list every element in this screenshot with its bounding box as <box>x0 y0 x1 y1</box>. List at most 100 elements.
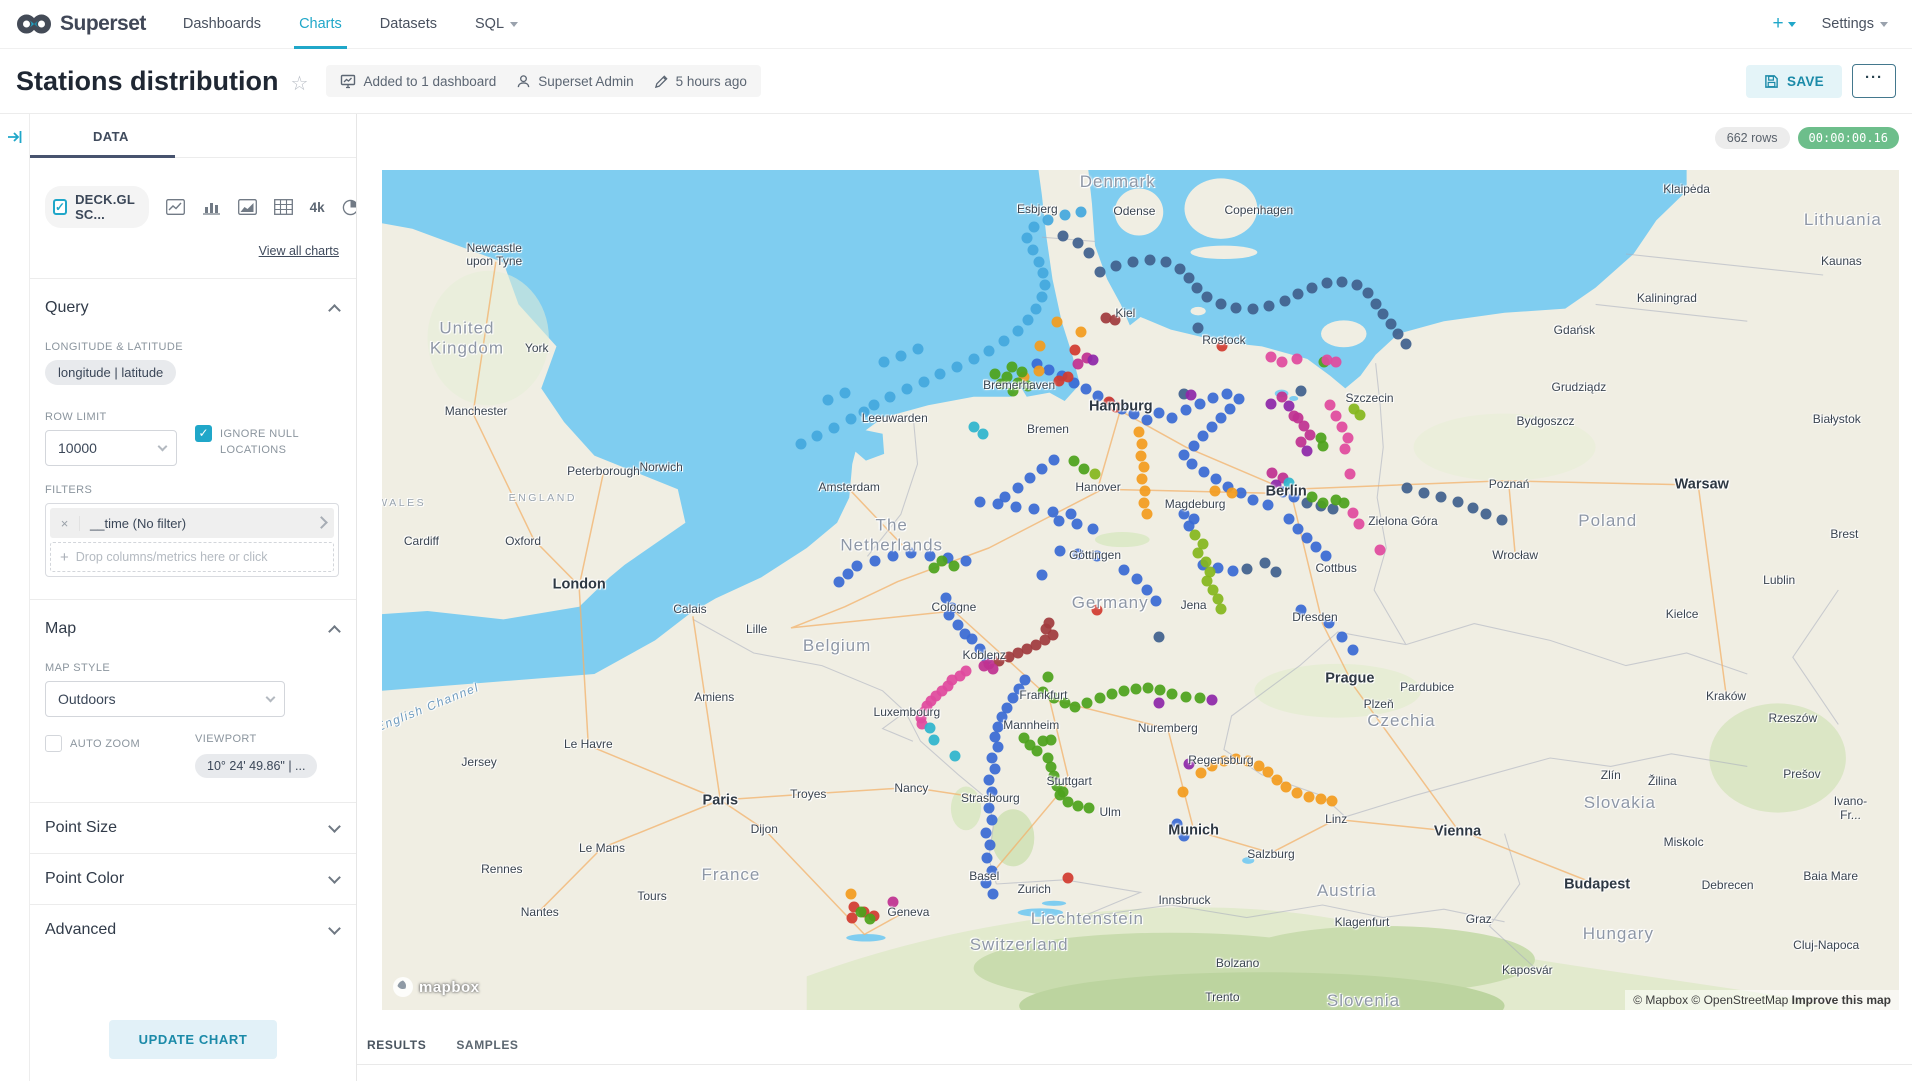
expand-panel-icon[interactable] <box>6 128 24 146</box>
unchecked-checkbox-icon[interactable] <box>45 735 62 752</box>
update-chart-button[interactable]: UPDATE CHART <box>109 1020 278 1059</box>
map-style-select[interactable]: Outdoors <box>45 681 285 717</box>
remove-filter-icon[interactable]: × <box>50 516 80 531</box>
deckgl-scatter-map[interactable]: DenmarkEsbjergOdenseCopenhagenKlaipėdaLi… <box>382 170 1899 1010</box>
section-point-size[interactable]: Point Size <box>30 803 356 854</box>
map-style-label: MAP STYLE <box>30 652 356 681</box>
improve-map-link[interactable]: Improve this map <box>1792 993 1891 1007</box>
map-label: Linz <box>1325 813 1347 827</box>
map-label: Baia Mare <box>1803 870 1858 884</box>
more-actions-button[interactable]: ··· <box>1852 64 1896 98</box>
auto-zoom-checkbox-row[interactable]: AUTO ZOOM <box>45 735 195 753</box>
map-label: Rostock <box>1202 334 1245 348</box>
last-modified[interactable]: 5 hours ago <box>654 74 747 89</box>
map-label: Nancy <box>894 782 928 796</box>
pencil-icon <box>654 74 669 89</box>
section-query[interactable]: Query <box>30 279 356 331</box>
map-label: Dresden <box>1292 611 1337 625</box>
map-label: Klaipėda <box>1663 183 1710 197</box>
map-label: Zlín <box>1601 770 1621 784</box>
map-label: Grudziądz <box>1552 381 1607 395</box>
new-item-button[interactable]: + <box>1772 13 1795 35</box>
map-label: United Kingdom <box>430 318 504 357</box>
map-label: Bydgoszcz <box>1517 415 1575 429</box>
chart-owner[interactable]: Superset Admin <box>516 74 633 89</box>
map-label: Nuremberg <box>1138 722 1198 736</box>
map-label: Zurich <box>1018 883 1051 897</box>
map-label: Trento <box>1205 991 1239 1005</box>
filter-token[interactable]: × __time (No filter) <box>50 508 334 538</box>
map-label: Basel <box>969 870 999 884</box>
map-label: Klagenfurt <box>1335 916 1390 930</box>
pie-chart-icon[interactable] <box>342 199 357 216</box>
table-icon[interactable] <box>274 199 293 215</box>
tab-data[interactable]: DATA <box>93 129 129 157</box>
map-label: Slovenia <box>1327 991 1400 1010</box>
favorite-star-icon[interactable]: ☆ <box>291 71 309 96</box>
page-title: Stations distribution <box>16 66 279 97</box>
nav-item-charts[interactable]: Charts <box>280 0 361 48</box>
map-label: Bremen <box>1027 423 1069 437</box>
section-map[interactable]: Map <box>30 600 356 652</box>
save-button[interactable]: SAVE <box>1746 65 1842 98</box>
map-label: Cottbus <box>1316 562 1357 576</box>
mapbox-icon <box>392 976 414 998</box>
settings-menu[interactable]: Settings <box>1822 16 1888 32</box>
chevron-down-icon <box>266 692 276 702</box>
lon-lat-token[interactable]: longitude | latitude <box>45 360 176 385</box>
row-limit-select[interactable]: 10000 <box>45 430 177 466</box>
map-label: WALES <box>382 497 426 509</box>
map-label: Innsbruck <box>1158 894 1210 908</box>
nav-item-datasets[interactable]: Datasets <box>361 0 456 48</box>
line-chart-icon[interactable] <box>166 199 185 215</box>
nav-item-sql[interactable]: SQL <box>456 0 537 48</box>
map-label: Germany <box>1072 594 1149 614</box>
viz-type-row: ✓ DECK.GL SC... 4k <box>30 158 356 228</box>
map-label: Nantes <box>521 906 559 920</box>
map-label: Bolzano <box>1216 957 1259 971</box>
nav-items: Dashboards Charts Datasets SQL <box>164 0 537 48</box>
map-label: Kaliningrad <box>1637 292 1697 306</box>
area-chart-icon[interactable] <box>238 199 257 215</box>
viz-type-pill[interactable]: ✓ DECK.GL SC... <box>45 186 149 228</box>
chart-header: Stations distribution ☆ Added to 1 dashb… <box>0 49 1912 114</box>
map-label: Kraków <box>1706 690 1746 704</box>
ignore-null-checkbox-row[interactable]: ✓ IGNORE NULL LOCATIONS <box>195 425 330 459</box>
map-label: Brest <box>1830 528 1858 542</box>
map-label: Bremerhaven <box>983 379 1055 393</box>
tab-results[interactable]: RESULTS <box>367 1038 426 1064</box>
filter-drop-zone[interactable]: + Drop columns/metrics here or click <box>50 542 334 572</box>
map-label: Le Mans <box>579 842 625 856</box>
viewport-value[interactable]: 10° 24' 49.86" | ... <box>195 754 317 778</box>
tab-samples[interactable]: SAMPLES <box>456 1038 518 1064</box>
checked-checkbox-icon[interactable]: ✓ <box>195 425 212 442</box>
map-label: The Netherlands <box>840 516 943 555</box>
chevron-down-icon <box>1880 22 1888 27</box>
chevron-down-icon <box>510 22 518 27</box>
map-label: Frankfurt <box>1019 689 1067 703</box>
map-label: Poznań <box>1489 478 1530 492</box>
chevron-down-icon <box>328 820 341 833</box>
bar-chart-icon[interactable] <box>202 199 221 215</box>
map-label: Magdeburg <box>1165 498 1226 512</box>
map-label: Troyes <box>790 788 826 802</box>
view-all-charts-link[interactable]: View all charts <box>259 244 339 258</box>
ellipsis-icon: ··· <box>1865 69 1883 86</box>
checked-checkbox-icon: ✓ <box>53 199 67 215</box>
map-label: Kielce <box>1666 608 1699 622</box>
chevron-down-icon <box>1788 22 1796 27</box>
dashboard-count[interactable]: Added to 1 dashboard <box>340 73 496 89</box>
map-label: Cluj-Napoca <box>1793 939 1859 953</box>
section-point-color[interactable]: Point Color <box>30 854 356 905</box>
filters-box: × __time (No filter) + Drop columns/metr… <box>45 503 339 577</box>
mapbox-logo[interactable]: mapbox <box>392 976 480 998</box>
map-label: Jena <box>1181 599 1207 613</box>
map-label: Hamburg <box>1089 399 1153 416</box>
map-attribution: © Mapbox © OpenStreetMap Improve this ma… <box>1625 990 1899 1010</box>
nav-item-dashboards[interactable]: Dashboards <box>164 0 280 48</box>
viz-4k-badge[interactable]: 4k <box>310 200 325 215</box>
map-label: France <box>701 865 760 885</box>
superset-logo[interactable]: Superset <box>0 12 164 36</box>
section-advanced[interactable]: Advanced <box>30 905 356 955</box>
map-label: Rzeszów <box>1768 712 1817 726</box>
